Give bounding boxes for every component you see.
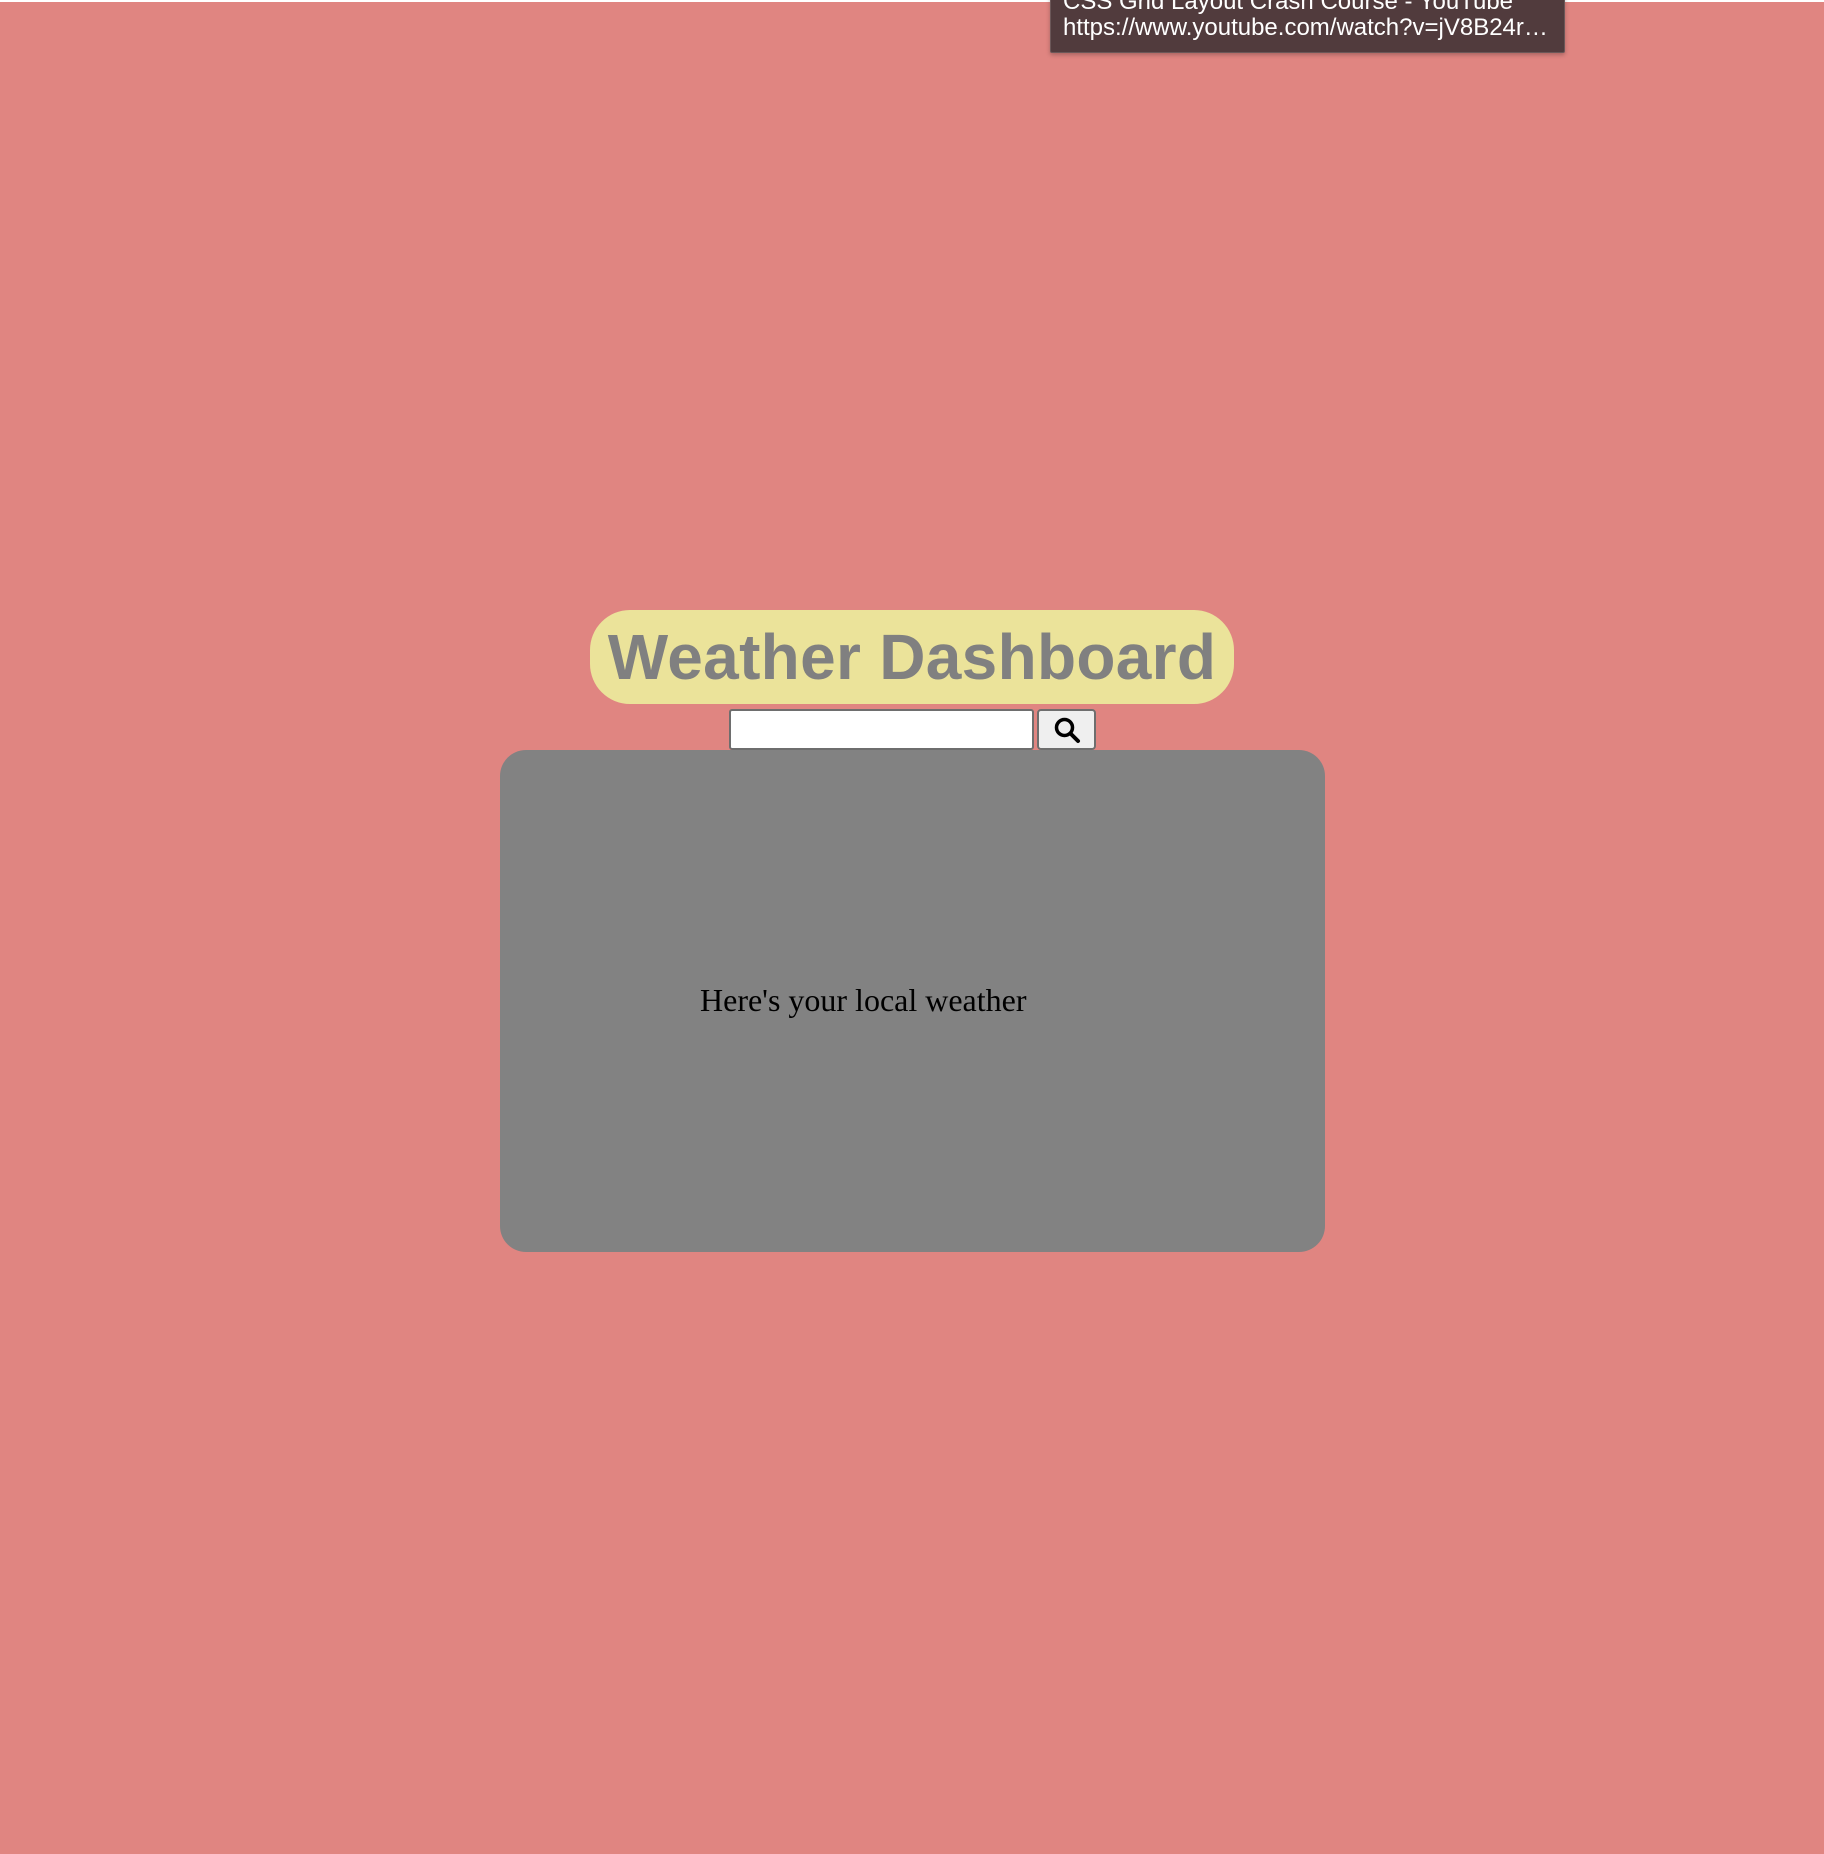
title-banner: Weather Dashboard: [590, 610, 1234, 704]
search-button[interactable]: [1037, 709, 1096, 750]
search-icon: [1053, 716, 1081, 744]
tooltip-url: https://www.youtube.com/watch?v=jV8B24rS…: [1063, 15, 1552, 41]
tooltip-title: CSS Grid Layout Crash Course - YouTube: [1063, 0, 1514, 15]
link-tooltip: CSS Grid Layout Crash Course - YouTube h…: [1050, 0, 1565, 53]
search-bar: [729, 709, 1096, 750]
weather-card: Here's your local weather: [500, 750, 1325, 1252]
weather-message: Here's your local weather: [700, 982, 1027, 1018]
search-input[interactable]: [729, 709, 1034, 750]
page-title: Weather Dashboard: [607, 621, 1217, 693]
